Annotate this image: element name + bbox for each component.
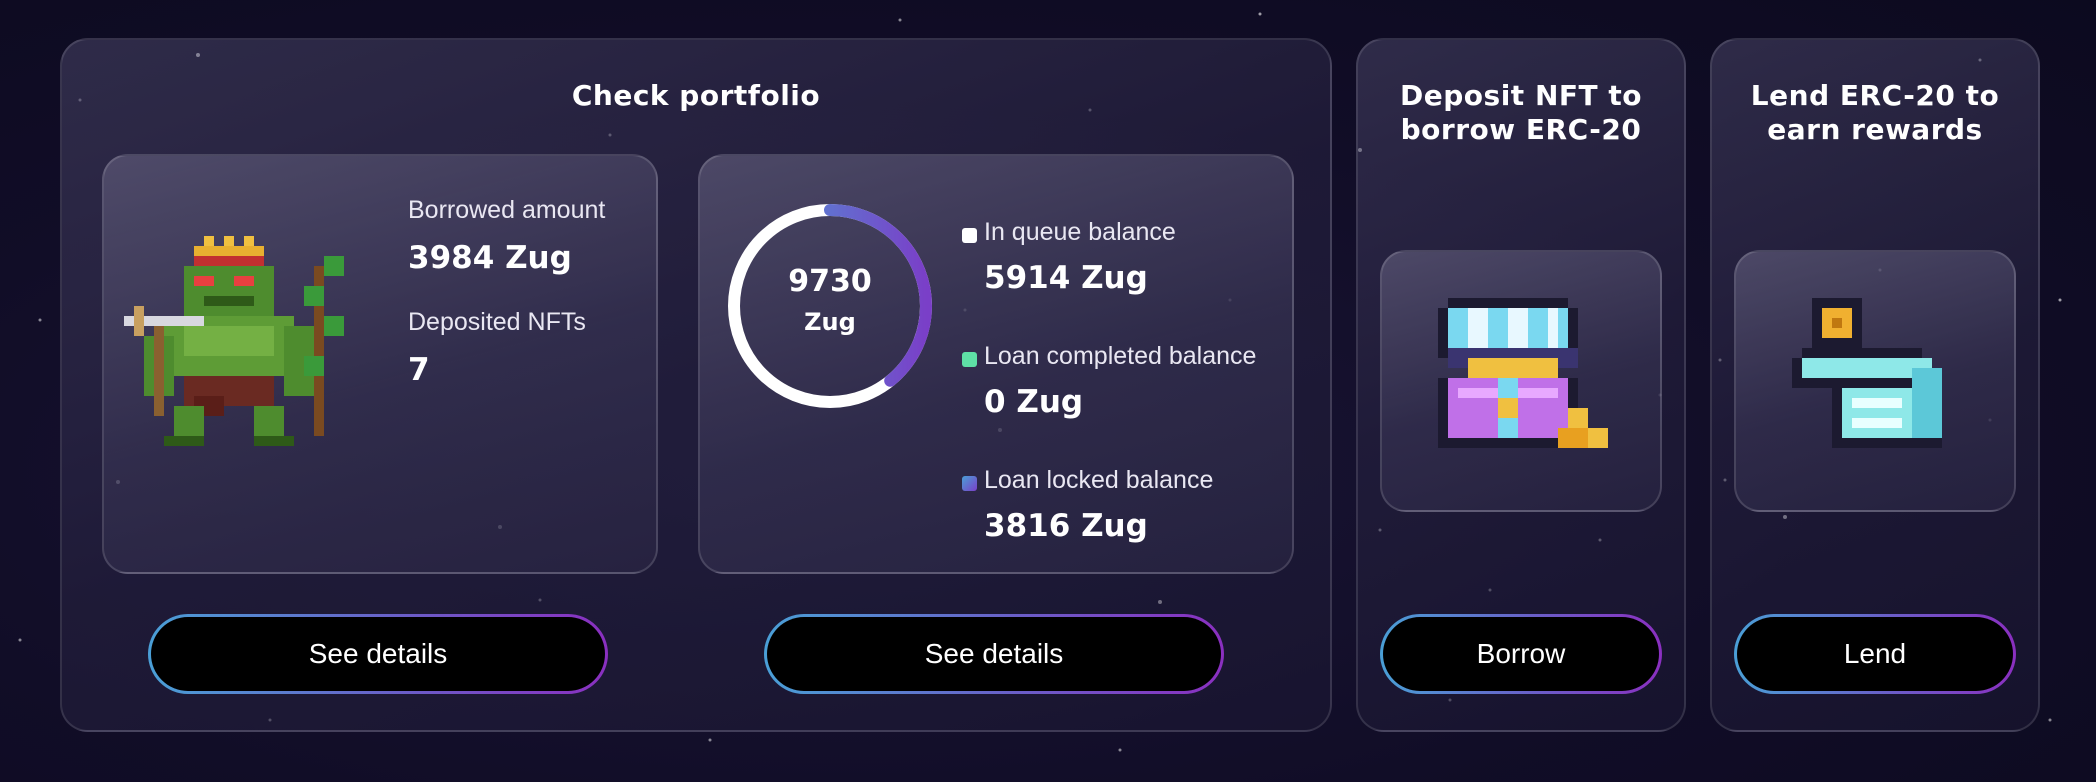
loan-locked-value: 3816 Zug <box>984 508 1148 544</box>
lend-title-line1: Lend ERC-20 to <box>1750 79 2000 112</box>
green-ogre-crossbow-icon <box>124 236 344 446</box>
ring-total-value: 9730 <box>788 264 872 299</box>
legend-swatch-white <box>962 228 977 243</box>
portfolio-panel: Check portfolio Borrowed amount 3984 Zug <box>60 38 1332 732</box>
nft-summary-card: Borrowed amount 3984 Zug Deposited NFTs … <box>102 154 658 574</box>
balance-ring-chart <box>728 204 932 408</box>
in-queue-label: In queue balance <box>984 218 1176 246</box>
deposit-image-card <box>1380 250 1662 512</box>
nft-see-details-button[interactable]: See details <box>148 614 608 694</box>
ring-unit-label: Zug <box>804 308 856 336</box>
lend-button[interactable]: Lend <box>1734 614 2016 694</box>
loan-completed-label: Loan completed balance <box>984 342 1257 370</box>
hand-holding-coin-icon <box>1792 298 1942 448</box>
balance-see-details-button[interactable]: See details <box>764 614 1224 694</box>
legend-swatch-purple <box>962 476 977 491</box>
borrowed-amount-value: 3984 Zug <box>408 240 572 276</box>
deposit-title-line1: Deposit NFT to <box>1400 79 1642 112</box>
lend-title-line2: earn rewards <box>1767 113 1983 146</box>
borrow-button[interactable]: Borrow <box>1380 614 1662 694</box>
deposited-nfts-value: 7 <box>408 352 430 388</box>
borrowed-amount-label: Borrowed amount <box>408 196 606 224</box>
deposited-nfts-label: Deposited NFTs <box>408 308 586 336</box>
balance-summary-card: 9730 Zug In queue balance 5914 Zug Loan … <box>698 154 1294 574</box>
loan-locked-label: Loan locked balance <box>984 466 1214 494</box>
legend-swatch-green <box>962 352 977 367</box>
deposit-title-line2: borrow ERC-20 <box>1400 113 1642 146</box>
deposit-panel: Deposit NFT to borrow ERC-20 Borrow <box>1356 38 1686 732</box>
portfolio-title: Check portfolio <box>571 79 821 112</box>
treasure-chest-icon <box>1438 298 1608 448</box>
loan-completed-value: 0 Zug <box>984 384 1084 420</box>
lend-image-card <box>1734 250 2016 512</box>
lend-panel: Lend ERC-20 to earn rewards Lend <box>1710 38 2040 732</box>
in-queue-value: 5914 Zug <box>984 260 1148 296</box>
